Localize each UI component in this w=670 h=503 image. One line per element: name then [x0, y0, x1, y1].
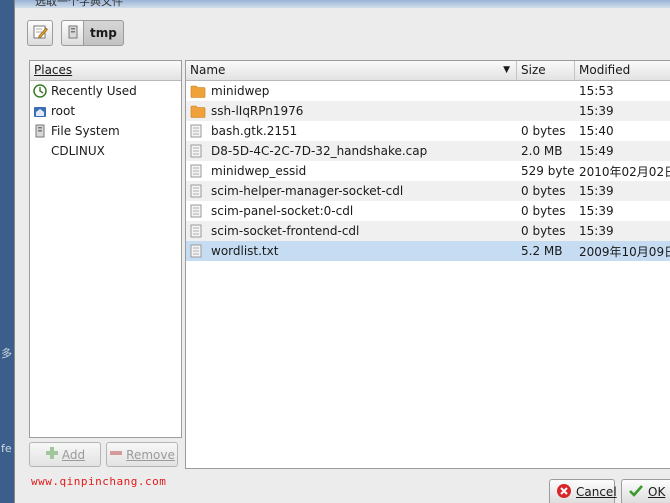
edit-pencil-icon	[32, 24, 48, 43]
file-row[interactable]: D8-5D-4C-2C-7D-32_handshake.cap 2.0 MB 1…	[186, 141, 670, 161]
type-location-button[interactable]	[27, 20, 53, 46]
ok-button[interactable]: OK	[621, 479, 670, 503]
file-icon	[190, 244, 206, 258]
file-row[interactable]: minidwep_essid 529 bytes 2010年02月02日	[186, 161, 670, 181]
path-bar: tmp	[61, 20, 124, 46]
watermark-text: www.qinpinchang.com	[31, 475, 167, 488]
places-header[interactable]: Places	[30, 61, 181, 81]
column-modified[interactable]: Modified	[575, 61, 670, 80]
recent-icon	[33, 84, 47, 98]
add-bookmark-button[interactable]: Add	[29, 442, 101, 467]
file-list-header: Name ▼ Size Modified	[186, 61, 670, 81]
path-tmp-label: tmp	[90, 26, 117, 40]
folder-icon	[190, 104, 206, 118]
column-size[interactable]: Size	[517, 61, 575, 80]
place-root[interactable]: root	[30, 101, 181, 121]
home-folder-icon	[33, 104, 47, 118]
file-row[interactable]: scim-socket-frontend-cdl 0 bytes 15:39	[186, 221, 670, 241]
background-text: 多	[1, 347, 12, 360]
file-row[interactable]: scim-panel-socket:0-cdl 0 bytes 15:39	[186, 201, 670, 221]
place-recently-used[interactable]: Recently Used	[30, 81, 181, 101]
file-row-selected[interactable]: wordlist.txt 5.2 MB 2009年10月09日	[186, 241, 670, 261]
cancel-button[interactable]: Cancel	[549, 479, 617, 503]
file-icon	[190, 204, 206, 218]
place-file-system[interactable]: File System	[30, 121, 181, 141]
places-buttons: Add Remove	[29, 442, 178, 467]
path-root-button[interactable]	[61, 20, 83, 46]
file-icon	[190, 164, 206, 178]
column-name[interactable]: Name ▼	[186, 61, 517, 80]
drive-icon	[33, 124, 47, 138]
remove-bookmark-button[interactable]: Remove	[106, 442, 178, 467]
file-list: Name ▼ Size Modified minidwep 15:53 ssh-…	[185, 60, 670, 469]
window-title: 选取一个字典文件	[35, 0, 123, 8]
file-row[interactable]: ssh-lIqRPn1976 15:39	[186, 101, 670, 121]
sort-descending-icon: ▼	[503, 65, 510, 75]
file-icon	[190, 124, 206, 138]
file-row[interactable]: scim-helper-manager-socket-cdl 0 bytes 1…	[186, 181, 670, 201]
title-bar[interactable]: 选取一个字典文件	[15, 0, 670, 8]
plus-icon	[45, 446, 59, 463]
file-row[interactable]: bash.gtk.2151 0 bytes 15:40	[186, 121, 670, 141]
toolbar: tmp	[27, 19, 124, 47]
file-icon	[190, 224, 206, 238]
drive-icon	[68, 25, 78, 42]
path-tmp-button[interactable]: tmp	[83, 20, 124, 46]
file-icon	[190, 184, 206, 198]
cancel-icon	[556, 483, 572, 502]
file-chooser-dialog: 选取一个字典文件 tmp Places Recently Used root F…	[14, 0, 670, 503]
places-panel: Places Recently Used root File System CD…	[29, 60, 182, 438]
background-text: fe	[1, 442, 12, 455]
file-icon	[190, 144, 206, 158]
checkmark-icon	[628, 483, 644, 502]
place-cdlinux[interactable]: CDLINUX	[30, 141, 181, 161]
file-row[interactable]: minidwep 15:53	[186, 81, 670, 101]
folder-icon	[190, 84, 206, 98]
minus-icon	[109, 446, 123, 463]
